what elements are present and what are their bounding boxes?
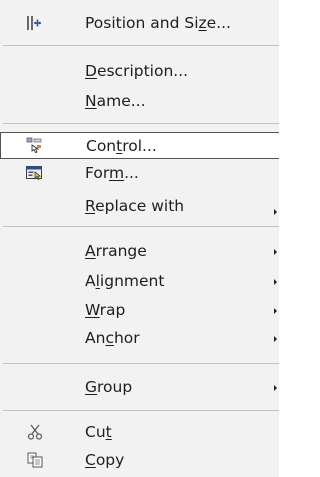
menu-item-label: Description... bbox=[85, 62, 188, 80]
label-text: A bbox=[85, 272, 96, 290]
menu-item-alignment[interactable]: Alignment bbox=[0, 268, 279, 295]
form-icon bbox=[26, 166, 42, 180]
menu-separator bbox=[3, 363, 279, 364]
menu-item-label: Alignment bbox=[85, 272, 164, 290]
submenu-arrow-icon bbox=[274, 209, 277, 215]
context-menu: Position and Size... Description... Name… bbox=[0, 0, 279, 477]
mnemonic-letter: C bbox=[85, 451, 96, 469]
label-text: escription... bbox=[96, 62, 189, 80]
label-text: rol... bbox=[122, 137, 157, 155]
mnemonic-letter: R bbox=[85, 197, 96, 215]
submenu-arrow-icon bbox=[274, 279, 277, 285]
mnemonic-letter: t bbox=[105, 423, 112, 441]
menu-separator bbox=[3, 410, 279, 411]
submenu-arrow-icon bbox=[274, 336, 277, 342]
menu-item-wrap[interactable]: Wrap bbox=[0, 297, 279, 324]
menu-item-label: Form... bbox=[85, 164, 139, 182]
menu-item-replace-with[interactable]: Replace with bbox=[0, 196, 279, 223]
submenu-arrow-icon bbox=[274, 385, 277, 391]
menu-item-description[interactable]: Description... bbox=[0, 58, 279, 85]
label-text: opy bbox=[95, 451, 125, 469]
menu-item-label: Wrap bbox=[85, 301, 125, 319]
menu-item-label: Name... bbox=[85, 92, 146, 110]
label-text: An bbox=[85, 329, 106, 347]
mnemonic-letter: m bbox=[108, 164, 125, 182]
mnemonic-letter: W bbox=[85, 301, 100, 319]
submenu-arrow-icon bbox=[274, 308, 277, 314]
mnemonic-letter: z bbox=[198, 14, 207, 32]
mnemonic-letter: c bbox=[105, 329, 114, 347]
label-text: ... bbox=[124, 164, 139, 182]
menu-item-form[interactable]: Form... bbox=[0, 160, 279, 187]
menu-item-copy[interactable]: Copy bbox=[0, 447, 279, 474]
menu-item-group[interactable]: Group bbox=[0, 374, 279, 401]
label-text: hor bbox=[113, 329, 140, 347]
label-text: Position and Si bbox=[85, 14, 199, 32]
submenu-arrow-icon bbox=[274, 249, 277, 255]
menu-item-label: Position and Size... bbox=[85, 14, 231, 32]
menu-item-label: Control... bbox=[86, 137, 157, 155]
menu-item-arrange[interactable]: Arrange bbox=[0, 238, 279, 265]
menu-item-label: Cut bbox=[85, 423, 112, 441]
menu-item-label: Replace with bbox=[85, 197, 184, 215]
control-icon bbox=[26, 137, 42, 153]
menu-separator bbox=[3, 123, 279, 124]
menu-item-label: Arrange bbox=[85, 242, 147, 260]
label-text: ignment bbox=[99, 272, 165, 290]
menu-item-name[interactable]: Name... bbox=[0, 88, 279, 115]
position-size-icon bbox=[27, 16, 41, 30]
scissors-icon bbox=[27, 424, 43, 440]
menu-separator bbox=[3, 226, 279, 227]
label-text: Cu bbox=[85, 423, 106, 441]
copy-icon bbox=[27, 452, 43, 468]
label-text: For bbox=[85, 164, 109, 182]
label-text: rrange bbox=[95, 242, 147, 260]
label-text: eplace with bbox=[95, 197, 185, 215]
mnemonic-letter: D bbox=[85, 62, 97, 80]
label-text: rap bbox=[99, 301, 126, 319]
menu-item-anchor[interactable]: Anchor bbox=[0, 325, 279, 352]
menu-item-label: Group bbox=[85, 378, 132, 396]
menu-separator bbox=[3, 45, 279, 46]
label-text: Con bbox=[86, 137, 117, 155]
label-text: roup bbox=[97, 378, 133, 396]
label-text: e... bbox=[206, 14, 231, 32]
mnemonic-letter: A bbox=[85, 242, 96, 260]
menu-item-control[interactable]: Control... bbox=[0, 132, 279, 159]
menu-item-position-and-size[interactable]: Position and Size... bbox=[0, 10, 279, 37]
menu-item-label: Anchor bbox=[85, 329, 140, 347]
mnemonic-letter: G bbox=[85, 378, 98, 396]
mnemonic-letter: N bbox=[85, 92, 97, 110]
menu-item-cut[interactable]: Cut bbox=[0, 419, 279, 446]
label-text: ame... bbox=[96, 92, 146, 110]
menu-item-label: Copy bbox=[85, 451, 124, 469]
